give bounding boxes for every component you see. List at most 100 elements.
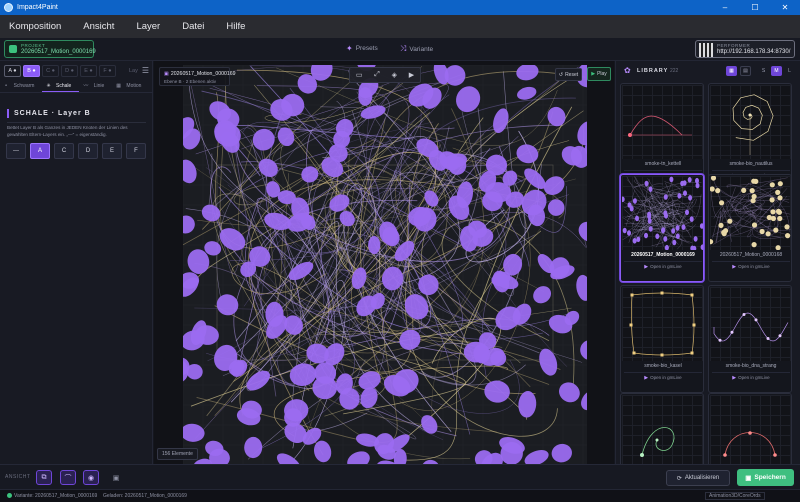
canvas-toolbar: ▭ ⤢ ◈ ▶ (349, 67, 421, 83)
menu-hilfe[interactable]: Hilfe (226, 21, 245, 32)
image-icon[interactable]: ▣ (108, 470, 124, 485)
status-bar: Variante: 20260517_Motion_0000169 Gelade… (0, 489, 800, 502)
parent-option-f[interactable]: F (126, 143, 146, 159)
open-in-gmlive-button[interactable]: ▶Open in gmLive (712, 372, 790, 382)
element-count-badge: 156 Elemente (157, 448, 198, 460)
refresh-icon: ⟳ (676, 475, 682, 482)
menu-ansicht[interactable]: Ansicht (83, 21, 114, 32)
section-title: SCHALE · Layer B (7, 109, 91, 118)
parent-option-none[interactable]: — (6, 143, 26, 159)
library-thumbnail (710, 176, 791, 250)
title-bar: Impact4Paint – ☐ ✕ (0, 0, 800, 15)
library-thumbnail (622, 176, 703, 250)
layer-button-d[interactable]: D ● (61, 64, 78, 77)
layer-button-b[interactable]: B ● (23, 64, 40, 77)
tab-motion[interactable]: ▦ Motion (112, 81, 149, 92)
reset-button[interactable]: ↺ Reset (555, 68, 582, 81)
library-title: LIBRARY (637, 68, 669, 74)
parent-option-d[interactable]: D (78, 143, 98, 159)
library-thumbnail (710, 395, 791, 464)
hamburger-menu-icon[interactable]: ☰ (142, 66, 149, 75)
focus-view-icon[interactable]: ◉ (83, 470, 99, 485)
library-count: 222 (670, 68, 679, 74)
library-card[interactable]: smoke-bio_dna_strang ▶ Open in gmLive (708, 285, 792, 393)
play-triangle-icon[interactable]: ▶ (409, 71, 414, 79)
menu-datei[interactable]: Datei (182, 21, 204, 32)
tab-linie[interactable]: 〰 Linie (79, 81, 112, 92)
project-name: 20260517_Motion_0000169 (21, 49, 96, 55)
library-card[interactable]: ▶Open in gmLive (708, 393, 792, 464)
window-controls: – ☐ ✕ (710, 0, 800, 15)
menu-layer[interactable]: Layer (136, 21, 160, 32)
save-button[interactable]: ▣ Speichern (737, 469, 794, 486)
play-icon: ▶ (732, 374, 737, 381)
tab-schwarm[interactable]: ⚬ Schwarm (0, 81, 42, 92)
tab-schale[interactable]: ✳ Schale (42, 81, 80, 92)
parent-option-c[interactable]: C (54, 143, 74, 159)
project-label: PROJEKT (21, 43, 46, 48)
open-in-gmlive-button[interactable]: ▶Open in gmLive (624, 261, 702, 271)
layer-selector: A ● B ● C ● D ● E ● F ● Lay ☰ (4, 64, 149, 77)
layers-label: Lay (128, 67, 138, 74)
layer-button-e[interactable]: E ● (80, 64, 97, 77)
variante-button[interactable]: ⤨ Variante (400, 44, 433, 54)
list-view-icon[interactable]: ▤ (740, 66, 751, 76)
section-description: Bettet Layer B als Ganzes in JEDEN Knote… (7, 125, 128, 137)
monitor-icon[interactable]: ▭ (356, 71, 363, 79)
status-variante: Variante: 20260517_Motion_0000169 (7, 493, 97, 499)
qr-code-icon (699, 43, 713, 57)
open-in-gmlive-button[interactable]: ▶Open in gmLive (624, 372, 702, 382)
play-button[interactable]: ▶ Play (587, 67, 611, 81)
status-geladen: Geladen: 20260517_Motion_0000169 (103, 493, 187, 499)
performer-url: http://192.168.178.34:8730/ (717, 49, 791, 55)
thumbnail-art (622, 176, 703, 250)
open-in-gmlive-button[interactable]: ▶Open in gmLive (712, 261, 790, 271)
size-s-button[interactable]: S (758, 66, 769, 76)
layer-button-f[interactable]: F ● (99, 64, 116, 77)
size-l-button[interactable]: L (784, 66, 795, 76)
thumbnail-art (732, 94, 774, 155)
stack-view-icon[interactable]: ⌒ (60, 470, 76, 485)
project-badge[interactable]: PROJEKT 20260517_Motion_0000169 (4, 40, 96, 58)
library-card-name: smoke-bio_nautilus (729, 161, 773, 167)
size-m-button[interactable]: M (771, 66, 782, 76)
close-button[interactable]: ✕ (770, 0, 800, 15)
parent-option-a[interactable]: A (30, 143, 50, 159)
canvas-info-subtitle: Ebene B · 2 Ebenen aktiv (164, 79, 217, 84)
maximize-button[interactable]: ☐ (740, 0, 770, 15)
library-header: ✿ LIBRARY 222 ▦ ▤ S M L (616, 61, 800, 81)
library-panel: ✿ LIBRARY 222 ▦ ▤ S M L smoke-tn_kettell… (615, 61, 800, 464)
layers-icon[interactable]: ◈ (392, 71, 397, 79)
performer-label: PERFORMER (717, 43, 751, 48)
performer-badge[interactable]: PERFORMER http://192.168.178.34:8730/ (695, 40, 795, 58)
project-icon (9, 45, 17, 53)
status-dot-icon (7, 493, 12, 498)
app-logo-icon (4, 3, 13, 12)
split-view-icon[interactable]: ⧉ (36, 470, 52, 485)
library-thumbnail (622, 85, 703, 159)
file-icon: ▣ (164, 71, 169, 77)
aktualisieren-button[interactable]: ⟳ Aktualisieren (666, 470, 730, 486)
menu-komposition[interactable]: Komposition (9, 21, 61, 32)
layer-button-c[interactable]: C ● (42, 64, 59, 77)
parent-option-e[interactable]: E (102, 143, 122, 159)
library-card[interactable]: 20260517_Motion_0000168 ▶ Open in gmLive (708, 174, 792, 282)
sparkle-icon: ✦ (346, 44, 353, 53)
grid-view-icon[interactable]: ▦ (726, 66, 737, 76)
library-card[interactable]: ▶Open in gmLive (620, 393, 704, 464)
render-canvas[interactable] (183, 65, 587, 464)
library-card[interactable]: smoke-bio_kasel ▶ Open in gmLive (620, 285, 704, 393)
thumbnail-art (629, 291, 696, 357)
variante-label: Variante (409, 45, 434, 53)
layer-panel: A ● B ● C ● D ● E ● F ● Lay ☰ ⚬ Schwarm … (0, 61, 168, 464)
status-path: Animation3D/CoreOrds (705, 492, 765, 500)
layer-button-a[interactable]: A ● (4, 64, 21, 77)
thumbnail-art (640, 427, 675, 457)
play-icon: ▶ (644, 374, 649, 381)
expand-icon[interactable]: ⤢ (374, 71, 380, 79)
library-thumbnail (710, 85, 791, 159)
library-card[interactable]: 20260517_Motion_0000169 ▶ Open in gmLive (620, 174, 704, 282)
reset-icon: ↺ (558, 71, 564, 78)
presets-button[interactable]: ✦ Presets (346, 44, 378, 53)
minimize-button[interactable]: – (710, 0, 740, 15)
